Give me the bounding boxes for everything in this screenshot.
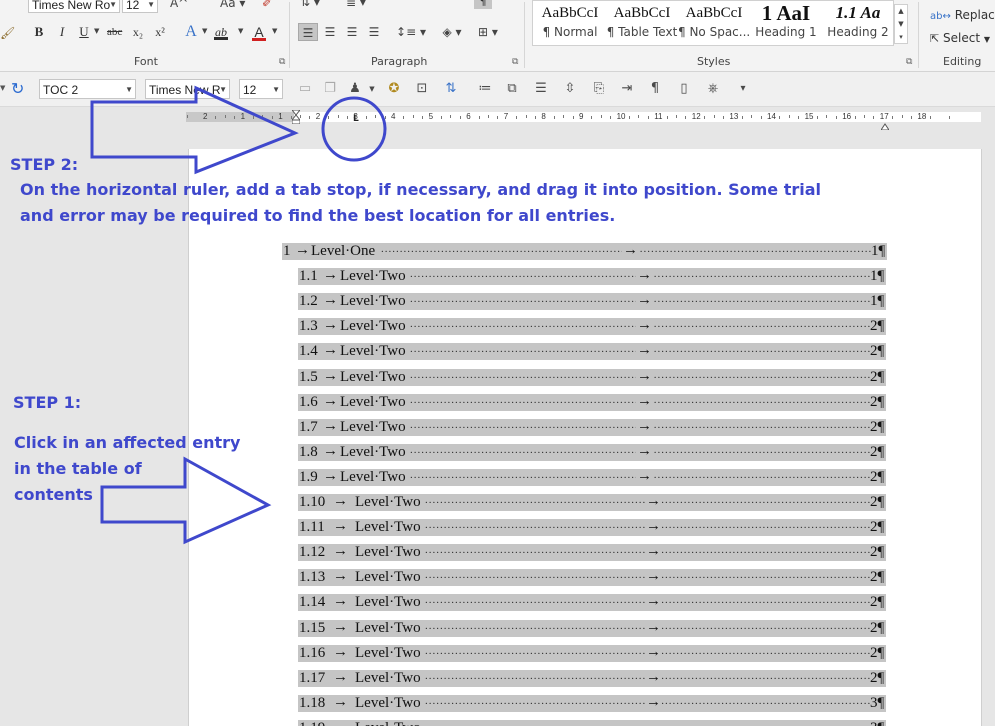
step2-circle — [321, 96, 387, 162]
step2-arrow — [90, 85, 299, 175]
step2-heading: STEP 2: — [10, 155, 79, 174]
annotation-overlay — [90, 85, 387, 545]
step1-line2: in the table of — [14, 459, 142, 478]
step2-text-line1: On the horizontal ruler, add a tab stop,… — [20, 180, 822, 199]
step1-line1: Click in an affected entry — [14, 433, 241, 452]
step2-text-line2: and error may be required to find the be… — [20, 206, 616, 225]
step1-heading: STEP 1: — [13, 393, 82, 412]
step1-line3: contents — [14, 485, 93, 504]
